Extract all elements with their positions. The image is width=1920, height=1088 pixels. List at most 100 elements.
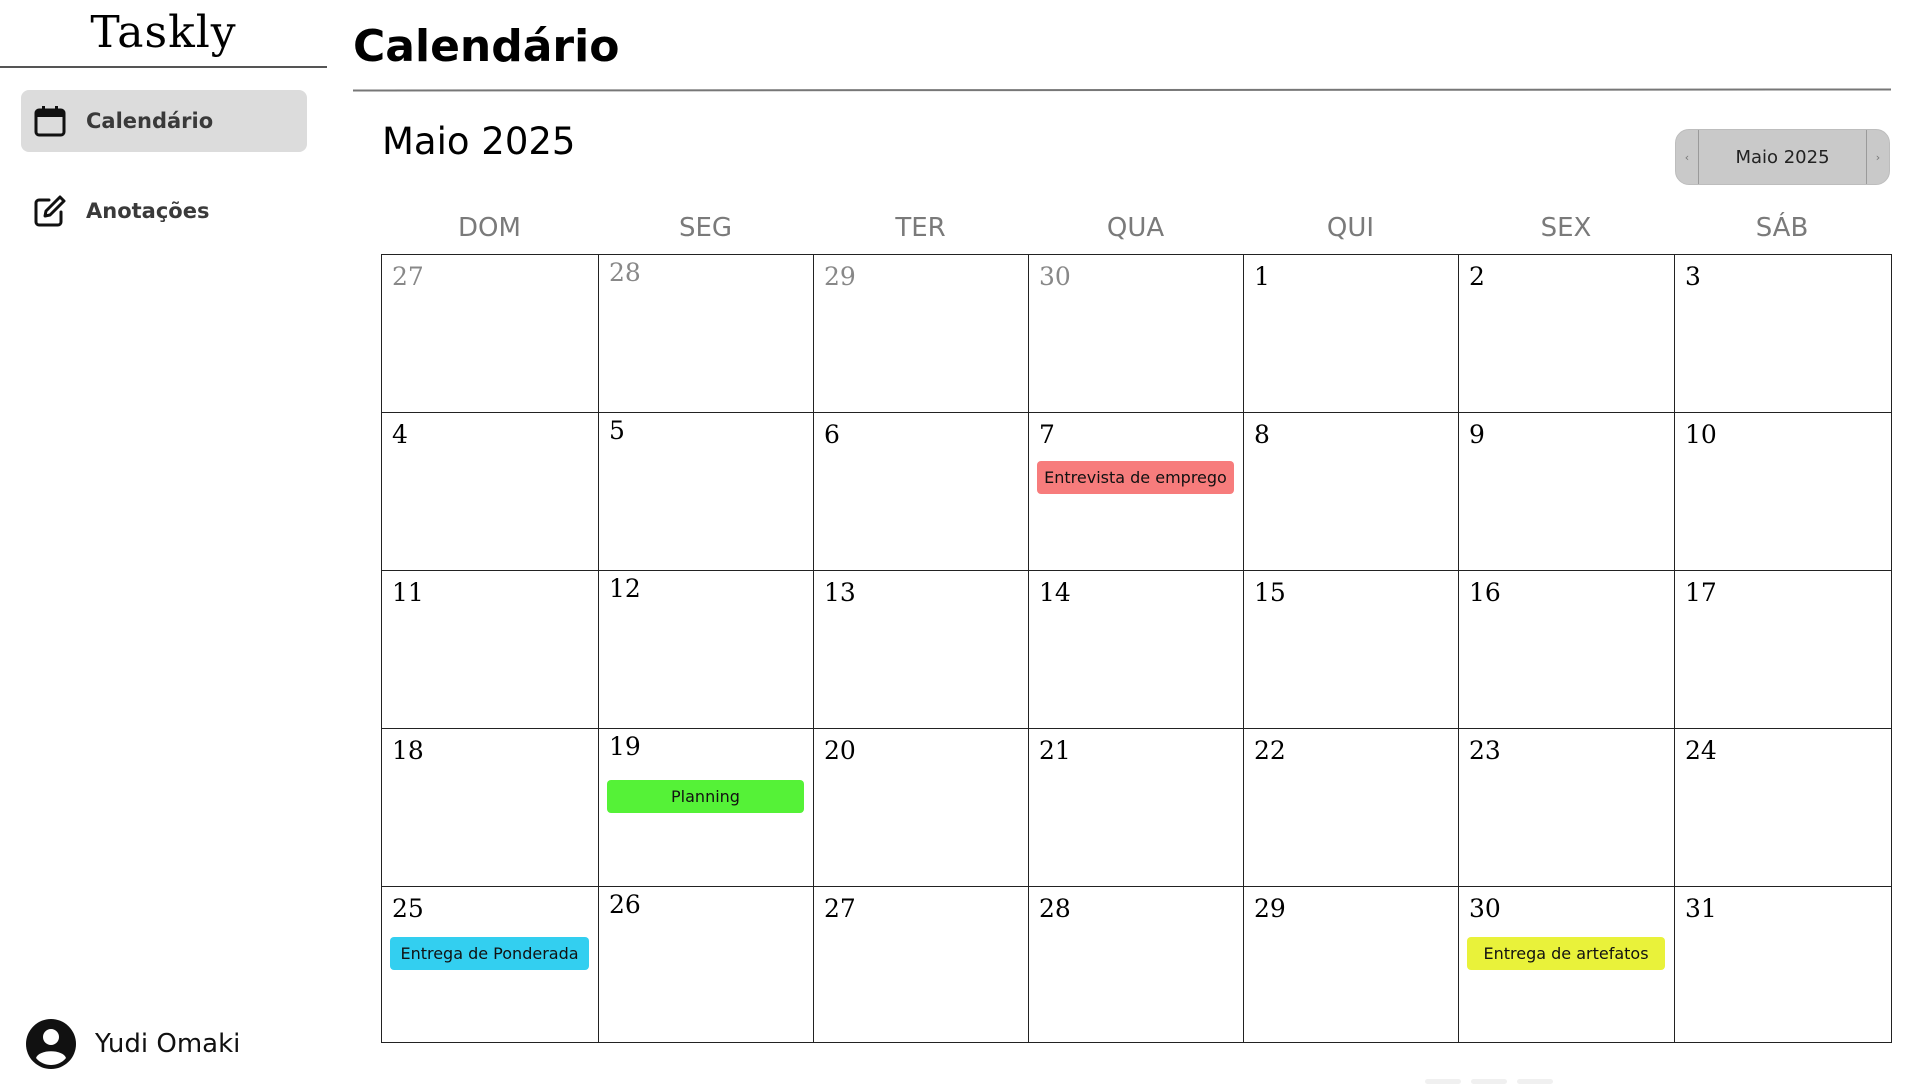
calendar-day-cell[interactable]: 8 <box>1244 413 1459 571</box>
month-heading: Maio 2025 <box>382 120 576 163</box>
day-number: 15 <box>1254 578 1286 607</box>
day-number: 12 <box>609 574 641 603</box>
day-number: 27 <box>824 894 856 923</box>
day-number: 29 <box>824 262 856 291</box>
day-number: 8 <box>1254 420 1270 449</box>
calendar-day-cell[interactable]: 28 <box>599 255 814 413</box>
edit-icon <box>34 195 66 227</box>
day-number: 10 <box>1685 420 1717 449</box>
day-number: 24 <box>1685 736 1717 765</box>
day-number: 22 <box>1254 736 1286 765</box>
day-number: 21 <box>1039 736 1071 765</box>
day-number: 28 <box>1039 894 1071 923</box>
calendar-day-cell[interactable]: 2 <box>1459 255 1675 413</box>
user-avatar-icon <box>26 1019 76 1069</box>
day-number: 6 <box>824 420 840 449</box>
day-number: 2 <box>1469 262 1485 291</box>
calendar-grid: 27 28 29 30 1 2 3 4 5 6 7 Entrevista de emprego 8 9 10… <box>381 254 1892 1043</box>
day-number: 14 <box>1039 578 1071 607</box>
calendar-day-cell[interactable]: 4 <box>382 413 599 571</box>
calendar-day-cell[interactable]: 3 <box>1675 255 1891 413</box>
chevron-right-icon[interactable]: › <box>1866 130 1889 184</box>
weekday-label: SEX <box>1540 213 1592 243</box>
calendar-day-cell[interactable]: 30 <box>1029 255 1244 413</box>
day-number: 30 <box>1469 894 1501 923</box>
calendar-day-cell[interactable]: 13 <box>814 571 1029 729</box>
title-divider <box>352 88 1892 92</box>
calendar-day-cell[interactable]: 18 <box>382 729 599 887</box>
day-number: 17 <box>1685 578 1717 607</box>
calendar-day-cell[interactable]: 6 <box>814 413 1029 571</box>
day-number: 5 <box>609 416 625 445</box>
calendar-day-cell[interactable]: 1 <box>1244 255 1459 413</box>
day-number: 26 <box>609 890 641 919</box>
calendar-day-cell[interactable]: 26 <box>599 887 814 1042</box>
calendar-day-cell[interactable]: 28 <box>1029 887 1244 1042</box>
weekday-label: QUA <box>1106 213 1165 243</box>
month-picker[interactable]: ‹ Maio 2025 › <box>1675 129 1890 185</box>
calendar-day-cell[interactable]: 14 <box>1029 571 1244 729</box>
calendar-day-cell[interactable]: 21 <box>1029 729 1244 887</box>
day-number: 7 <box>1039 420 1055 449</box>
calendar-event[interactable]: Entrevista de emprego <box>1037 461 1234 494</box>
calendar-day-cell[interactable]: 9 <box>1459 413 1675 571</box>
calendar-event[interactable]: Entrega de Ponderada <box>390 937 589 970</box>
calendar-day-cell[interactable]: 22 <box>1244 729 1459 887</box>
sidebar-item-anotacoes[interactable]: Anotações <box>21 180 307 242</box>
calendar-day-cell[interactable]: 30 Entrega de artefatos <box>1459 887 1675 1042</box>
chevron-left-icon[interactable]: ‹ <box>1676 130 1699 184</box>
weekday-label: DOM <box>458 213 521 243</box>
weekday-label: SEG <box>678 213 733 243</box>
calendar-day-cell[interactable]: 31 <box>1675 887 1891 1042</box>
user-name: Yudi Omaki <box>95 1029 241 1059</box>
sidebar-item-calendario[interactable]: Calendário <box>21 90 307 152</box>
app-logo: Taskly <box>0 0 327 68</box>
weekday-header: DOM SEG TER QUA QUI SEX SÁB <box>381 208 1891 248</box>
day-number: 31 <box>1685 894 1717 923</box>
day-number: 9 <box>1469 420 1485 449</box>
calendar-day-cell[interactable]: 7 Entrevista de emprego <box>1029 413 1244 571</box>
day-number: 3 <box>1685 262 1701 291</box>
calendar-day-cell[interactable]: 15 <box>1244 571 1459 729</box>
calendar-day-cell[interactable]: 29 <box>814 255 1029 413</box>
calendar-day-cell[interactable]: 11 <box>382 571 599 729</box>
weekday-label: TER <box>895 213 946 243</box>
sidebar-item-label: Anotações <box>86 199 210 223</box>
weekday-label: SÁB <box>1755 213 1809 243</box>
calendar-event[interactable]: Planning <box>607 780 804 813</box>
calendar-event[interactable]: Entrega de artefatos <box>1467 937 1665 970</box>
day-number: 1 <box>1254 262 1270 291</box>
calendar-day-cell[interactable]: 19 Planning <box>599 729 814 887</box>
day-number: 28 <box>609 258 641 287</box>
page-title: Calendário <box>353 21 620 72</box>
calendar-day-cell[interactable]: 27 <box>382 255 599 413</box>
day-number: 19 <box>609 732 641 761</box>
weekday-label: QUI <box>1326 213 1375 243</box>
sidebar-item-label: Calendário <box>86 109 214 133</box>
horizontal-scrollbar[interactable] <box>1425 1069 1565 1084</box>
calendar-day-cell[interactable]: 20 <box>814 729 1029 887</box>
calendar-day-cell[interactable]: 25 Entrega de Ponderada <box>382 887 599 1042</box>
day-number: 20 <box>824 736 856 765</box>
day-number: 29 <box>1254 894 1286 923</box>
calendar-day-cell[interactable]: 29 <box>1244 887 1459 1042</box>
calendar-day-cell[interactable]: 10 <box>1675 413 1891 571</box>
day-number: 16 <box>1469 578 1501 607</box>
day-number: 13 <box>824 578 856 607</box>
day-number: 23 <box>1469 736 1501 765</box>
month-picker-value[interactable]: Maio 2025 <box>1699 130 1866 184</box>
calendar-day-cell[interactable]: 24 <box>1675 729 1891 887</box>
sidebar: Taskly Calendário Anotações Yudi Omaki <box>0 0 327 1080</box>
calendar-day-cell[interactable]: 12 <box>599 571 814 729</box>
calendar-day-cell[interactable]: 16 <box>1459 571 1675 729</box>
calendar-day-cell[interactable]: 27 <box>814 887 1029 1042</box>
calendar-day-cell[interactable]: 5 <box>599 413 814 571</box>
calendar-day-cell[interactable]: 17 <box>1675 571 1891 729</box>
calendar-day-cell[interactable]: 23 <box>1459 729 1675 887</box>
user-profile[interactable]: Yudi Omaki <box>25 1018 240 1070</box>
day-number: 25 <box>392 894 424 923</box>
day-number: 27 <box>392 262 424 291</box>
calendar-icon <box>34 106 66 137</box>
day-number: 4 <box>392 420 408 449</box>
day-number: 18 <box>392 736 424 765</box>
